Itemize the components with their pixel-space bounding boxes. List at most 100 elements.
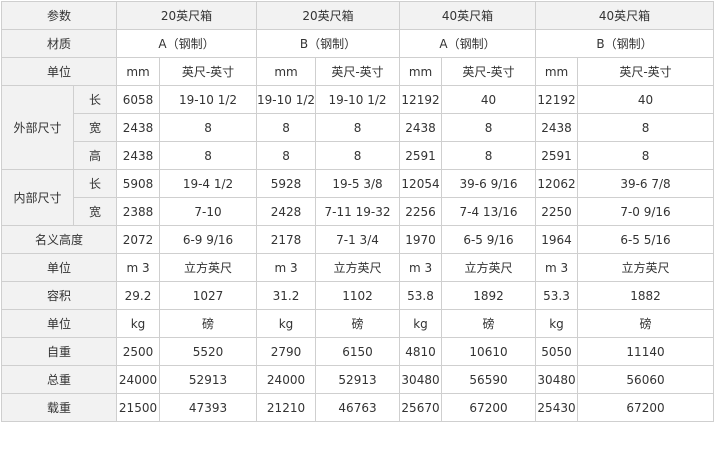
row-label: 宽 (72, 113, 118, 142)
table-cell: 30480 (535, 365, 579, 394)
table-cell: 8 (159, 113, 258, 142)
table-cell: 39-6 7/8 (577, 169, 714, 198)
unit-cell: 英尺-英寸 (315, 57, 401, 86)
table-cell: 40 (577, 85, 714, 114)
table-cell: 2591 (399, 141, 443, 170)
table-cell: 46763 (315, 393, 401, 422)
table-cell: m 3 (256, 253, 317, 282)
table-cell: 2438 (535, 113, 579, 142)
table-cell: 2388 (116, 197, 161, 226)
weight-unit-row: 单位 kg 磅 kg 磅 kg 磅 kg 磅 (0, 309, 714, 338)
table-cell: 8 (577, 113, 714, 142)
table-cell: 7-4 13/16 (441, 197, 537, 226)
table-cell: 2790 (256, 337, 317, 366)
table-cell: m 3 (116, 253, 161, 282)
table-cell: 39-6 9/16 (441, 169, 537, 198)
table-cell: 6-5 9/16 (441, 225, 537, 254)
table-cell: 立方英尺 (315, 253, 401, 282)
unit-cell: 英尺-英寸 (577, 57, 714, 86)
table-cell: 6058 (116, 85, 161, 114)
table-cell: 6-5 5/16 (577, 225, 714, 254)
header-row: 参数 20英尺箱 20英尺箱 40英尺箱 40英尺箱 (0, 1, 714, 30)
row-label: 长 (72, 85, 118, 114)
unit-cell: 英尺-英寸 (441, 57, 537, 86)
table-cell: kg (399, 309, 443, 338)
table-cell: 53.3 (535, 281, 579, 310)
table-cell: 2591 (535, 141, 579, 170)
unit-cell: mm (399, 57, 443, 86)
external-group-label: 外部尺寸 (1, 85, 74, 170)
table-cell: 12062 (535, 169, 579, 198)
unit-cell: mm (116, 57, 161, 86)
table-cell: 6-9 9/16 (159, 225, 258, 254)
container-spec-table: 参数 20英尺箱 20英尺箱 40英尺箱 40英尺箱 材质 A（钢制） B（钢制… (0, 1, 714, 422)
table-cell: 1964 (535, 225, 579, 254)
row-label: 单位 (0, 253, 118, 282)
row-label: 载重 (0, 393, 118, 422)
material-cell: B（钢制） (535, 29, 714, 58)
ext-height-row: 高 2438 8 8 8 2591 8 2591 8 (2, 141, 714, 170)
table-cell: 7-11 19-32 (315, 197, 401, 226)
row-label: 总重 (0, 365, 118, 394)
material-row: 材质 A（钢制） B（钢制） A（钢制） B（钢制） (0, 29, 714, 58)
unit-row: 单位 mm 英尺-英寸 mm 英尺-英寸 mm 英尺-英寸 mm 英尺-英寸 (0, 57, 714, 86)
table-cell: 52913 (159, 365, 258, 394)
param-header: 参数 (0, 1, 118, 30)
table-cell: 21500 (116, 393, 161, 422)
table-cell: 5520 (159, 337, 258, 366)
table-cell: 立方英尺 (159, 253, 258, 282)
table-cell: 2256 (399, 197, 443, 226)
table-cell: 8 (441, 141, 537, 170)
material-cell: A（钢制） (399, 29, 537, 58)
table-cell: 53.8 (399, 281, 443, 310)
table-cell: 12054 (399, 169, 443, 198)
table-cell: 6150 (315, 337, 401, 366)
table-cell: 7-0 9/16 (577, 197, 714, 226)
table-cell: 7-1 3/4 (315, 225, 401, 254)
table-cell: 19-10 1/2 (159, 85, 258, 114)
table-cell: 立方英尺 (577, 253, 714, 282)
table-cell: m 3 (399, 253, 443, 282)
table-cell: 19-5 3/8 (315, 169, 401, 198)
table-cell: 磅 (315, 309, 401, 338)
col-40ft-a: 40英尺箱 (399, 1, 537, 30)
table-cell: 19-10 1/2 (315, 85, 401, 114)
material-cell: B（钢制） (256, 29, 401, 58)
table-cell: 1102 (315, 281, 401, 310)
gross-row: 总重 24000 52913 24000 52913 30480 56590 3… (0, 365, 714, 394)
int-width-row: 宽 2388 7-10 2428 7-11 19-32 2256 7-4 13/… (2, 197, 714, 226)
ext-length-row: 外部尺寸 长 6058 19-10 1/2 19-10 1/2 19-10 1/… (1, 85, 714, 170)
table-cell: 5928 (256, 169, 317, 198)
table-cell: 10610 (441, 337, 537, 366)
table-cell: 磅 (577, 309, 714, 338)
table-cell: kg (256, 309, 317, 338)
table-cell: 29.2 (116, 281, 161, 310)
internal-group-label: 内部尺寸 (1, 169, 74, 226)
table-cell: 24000 (116, 365, 161, 394)
table-cell: 2500 (116, 337, 161, 366)
table-cell: 11140 (577, 337, 714, 366)
row-label: 高 (72, 141, 118, 170)
table-cell: 1970 (399, 225, 443, 254)
unit-cell: mm (535, 57, 579, 86)
col-40ft-b: 40英尺箱 (535, 1, 714, 30)
ext-width-row: 宽 2438 8 8 8 2438 8 2438 8 (2, 113, 714, 142)
tare-row: 自重 2500 5520 2790 6150 4810 10610 5050 1… (0, 337, 714, 366)
table-cell: 12192 (535, 85, 579, 114)
row-label: 单位 (0, 309, 118, 338)
table-cell: 2438 (399, 113, 443, 142)
col-20ft-a: 20英尺箱 (116, 1, 258, 30)
table-cell: 8 (315, 141, 401, 170)
table-cell: m 3 (535, 253, 579, 282)
table-cell: 31.2 (256, 281, 317, 310)
table-cell: 47393 (159, 393, 258, 422)
table-cell: 8 (441, 113, 537, 142)
table-cell: 2178 (256, 225, 317, 254)
nominal-height-row: 名义高度 2072 6-9 9/16 2178 7-1 3/4 1970 6-5… (0, 225, 714, 254)
table-cell: 2438 (116, 113, 161, 142)
unit-cell: mm (256, 57, 317, 86)
unit-label: 单位 (0, 57, 118, 86)
volume-row: 容积 29.2 1027 31.2 1102 53.8 1892 53.3 18… (0, 281, 714, 310)
table-cell: 24000 (256, 365, 317, 394)
payload-row: 载重 21500 47393 21210 46763 25670 67200 2… (0, 393, 714, 422)
